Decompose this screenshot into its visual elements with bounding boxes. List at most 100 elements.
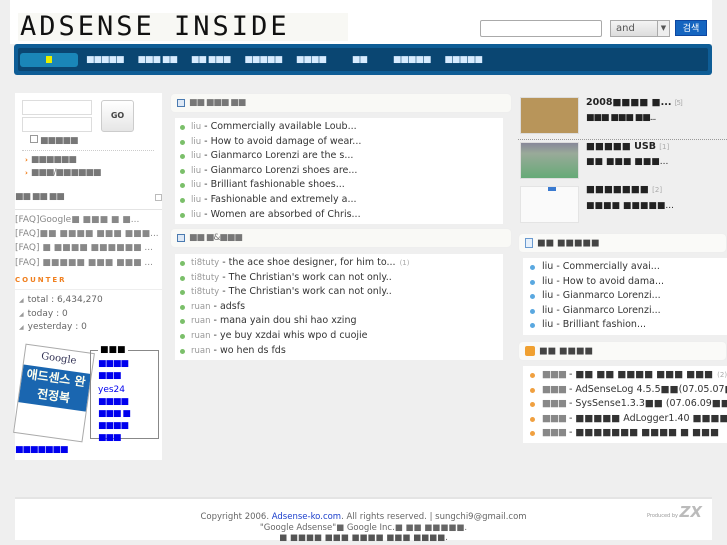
list-item[interactable]: ■■■ - AdSenseLog 4.5.5■■(07.05.07■: [523, 383, 727, 398]
nav-item[interactable]: ■■■■■: [244, 55, 283, 65]
remember-checkbox[interactable]: ■■■■■: [30, 135, 79, 146]
image-icon: [548, 187, 556, 191]
item-text: ■■■■■ AdLogger1.40 ■■■■: [575, 412, 727, 424]
list-item[interactable]: liu - Women are absorbed of Chris...: [175, 208, 503, 223]
item-text: ■■ ■■ ■■■■ ■■■ ■■■: [575, 369, 714, 380]
item-author: liu: [542, 319, 554, 331]
item-text: Gianmarco Lorenzi are the s...: [210, 150, 354, 162]
password-field[interactable]: [22, 117, 92, 132]
box-line[interactable]: ■■■: [98, 433, 121, 443]
list-item[interactable]: ■■■ - ■■ ■■ ■■■■ ■■■ ■■■ (2): [523, 368, 727, 383]
item-text: wo hen ds fds: [219, 344, 286, 356]
list-item[interactable]: ■■■ - ■■■■■■■ ■■■■ ■ ■■■: [523, 426, 727, 441]
gallery-sub[interactable]: ■■■■ ■■■■■...: [586, 201, 674, 211]
list-item[interactable]: liu - Gianmarco Lorenzi...: [523, 304, 727, 319]
list-item[interactable]: liu - Gianmarco Lorenzi are the s...: [175, 149, 503, 164]
item-author: ti8tuty: [191, 258, 220, 268]
nav-item[interactable]: ■■■■■: [86, 55, 125, 65]
list-item[interactable]: ti8tuty - the ace shoe designer, for him…: [175, 256, 503, 271]
list-item[interactable]: ti8tuty - The Christian's work can not o…: [175, 271, 503, 286]
panel-title: ■■ ■■■ ■■: [189, 98, 246, 108]
nav-item[interactable]: ■■■ ■■: [138, 55, 178, 65]
item-author: ruan: [191, 316, 211, 327]
chevron-down-icon: ▼: [657, 21, 669, 36]
list-item[interactable]: ruan - mana yain dou shi hao xzing: [175, 314, 503, 329]
box-line[interactable]: ■■■■: [98, 397, 129, 407]
arrow-icon: ›: [25, 156, 28, 164]
list-item[interactable]: ruan - wo hen ds fds: [175, 344, 503, 359]
box-title: ■■■: [98, 345, 128, 355]
list-item[interactable]: liu - Brilliant fashion...: [523, 318, 727, 333]
list-item[interactable]: ruan - ye buy xzdai whis wpo d cuojie: [175, 329, 503, 344]
list-item[interactable]: liu - Fashionable and extremely a...: [175, 193, 503, 208]
box-line[interactable]: ■■■: [98, 371, 121, 381]
expand-icon[interactable]: [155, 194, 162, 201]
bullet-icon: [180, 319, 185, 325]
faq-item[interactable]: [FAQ] ■ ■■■■ ■■■■■■ ...: [15, 243, 162, 253]
bullet-icon: ◢: [19, 311, 24, 318]
left-sidebar: GO ■■■■■ › ■■■■■■ › ■■■/■■■■■■ ■■ ■■ ■■ [F…: [13, 93, 162, 460]
gallery-title[interactable]: ■■■■■ USB [1]: [586, 141, 669, 152]
login-link[interactable]: › ■■■■■■: [25, 155, 77, 165]
link-label: ■■■/■■■■■■: [30, 168, 102, 178]
footer: Copyright 2006. Adsense-ko.com. All righ…: [15, 497, 712, 543]
box-line[interactable]: ■■■ ■: [98, 409, 131, 419]
nav-item[interactable]: ■■■■: [296, 55, 327, 65]
nav-home[interactable]: [20, 52, 78, 67]
recent-comments-list: ti8tuty - the ace shoe designer, for him…: [175, 254, 503, 361]
faq-item[interactable]: [FAQ] ■■■■■ ■■■ ■■■ ...: [15, 258, 162, 268]
faq-item[interactable]: [FAQ]■■ ■■■■ ■■■ ■■■...: [15, 229, 162, 239]
nav-item[interactable]: ■■ ■■■: [191, 55, 231, 65]
downloads-header: ■■ ■■■■: [518, 341, 727, 361]
search-button[interactable]: 검색: [675, 20, 707, 36]
box-line[interactable]: yes24: [98, 385, 125, 395]
gallery-thumb[interactable]: [520, 142, 579, 179]
item-author: ti8tuty: [191, 287, 220, 298]
username-field[interactable]: [22, 100, 92, 115]
bullet-icon: [180, 290, 185, 296]
item-text: mana yain dou shi hao xzing: [219, 315, 357, 327]
book-link[interactable]: ■■■■■■■: [15, 445, 69, 455]
box-line[interactable]: ■■■■: [98, 421, 129, 431]
item-author: liu: [191, 194, 202, 205]
item-text: Commercially avai...: [562, 261, 660, 272]
nav-item[interactable]: ■■■■■: [444, 55, 483, 65]
produced-by-logo: Produced by ZX: [646, 503, 702, 521]
site-logo[interactable]: ADSENSE INSIDE: [18, 13, 348, 41]
book-title: 애드센스 완전정복: [18, 364, 92, 412]
list-item[interactable]: liu - Gianmarco Lorenzi shoes are...: [175, 164, 503, 179]
list-item[interactable]: liu - Brilliant fashionable shoes...: [175, 178, 503, 193]
gallery-thumb[interactable]: [520, 186, 579, 223]
login-button[interactable]: GO: [101, 100, 134, 132]
section-title: ■■ ■■ ■■: [15, 192, 65, 202]
login-link[interactable]: › ■■■/■■■■■■: [25, 168, 102, 178]
list-item[interactable]: liu - Gianmarco Lorenzi...: [523, 289, 727, 304]
bullet-icon: [180, 348, 185, 354]
site-link[interactable]: Adsense-ko.com: [272, 512, 341, 522]
list-item[interactable]: liu - How to avoid dama...: [523, 275, 727, 290]
list-item[interactable]: ■■■ - ■■■■■ AdLogger1.40 ■■■■: [523, 412, 727, 427]
list-item[interactable]: liu - Commercially avai...: [523, 260, 727, 275]
list-item[interactable]: ti8tuty - The Christian's work can not o…: [175, 285, 503, 300]
gallery-title[interactable]: 2008■■■■ ■... [5]: [586, 97, 683, 108]
nav-item[interactable]: ■■■■■: [393, 55, 432, 65]
book-cover-image[interactable]: Google 애드센스 완전정복: [13, 343, 95, 443]
gallery-thumb[interactable]: [520, 97, 579, 134]
nav-item[interactable]: ■■: [352, 55, 368, 65]
search-mode-select[interactable]: and ▼: [610, 20, 670, 37]
box-line[interactable]: ■■■■: [98, 359, 129, 369]
gallery-sub[interactable]: ■■■ ■■■ ■■...: [586, 113, 656, 123]
window-icon: [177, 233, 185, 242]
gallery-title[interactable]: ■■■■■■■ [2]: [586, 184, 662, 195]
gallery-sub[interactable]: ■■ ■■■ ■■■...: [586, 157, 668, 167]
search-input[interactable]: [480, 20, 602, 37]
list-item[interactable]: ■■■ - SysSense1.3.3■■ (07.06.09■■): [523, 397, 727, 412]
faq-item[interactable]: [FAQ]Google■ ■■■ ■ ■...: [15, 215, 162, 225]
list-item[interactable]: liu - Commercially available Loub...: [175, 120, 503, 135]
item-author: liu: [191, 151, 202, 162]
item-author: ■■■: [542, 383, 567, 395]
bullet-icon: [180, 333, 185, 339]
list-item[interactable]: liu - How to avoid damage of wear...: [175, 135, 503, 150]
item-text: ye buy xzdai whis wpo d cuojie: [219, 329, 368, 341]
list-item[interactable]: ruan - adsfs: [175, 300, 503, 315]
